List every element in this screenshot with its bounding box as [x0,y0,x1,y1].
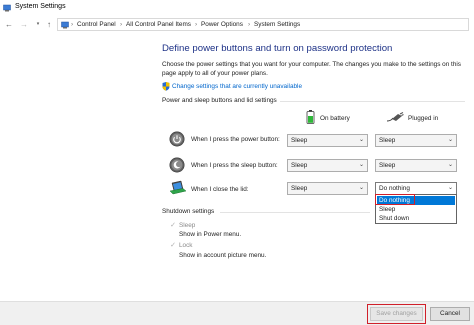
up-arrow-icon[interactable]: ↑ [44,19,54,29]
power-button-plugged-in-dropdown[interactable]: Sleep ⌄ [375,134,457,147]
breadcrumb-separator: › [71,21,74,28]
page-title: Define power buttons and turn on passwor… [162,43,393,54]
change-unavailable-settings-link[interactable]: Change settings that are currently unava… [172,83,302,90]
breadcrumb-separator: › [195,21,198,28]
sleep-button-plugged-in-dropdown[interactable]: Sleep ⌄ [375,159,457,172]
plug-icon [386,112,404,122]
forward-arrow-icon[interactable]: → [19,19,29,29]
window-title: System Settings [15,3,66,10]
shutdown-section-label: Shutdown settings [162,208,215,215]
cancel-button[interactable]: Cancel [430,307,470,321]
column-header-plugged-in: Plugged in [408,115,439,122]
close-lid-plugged-in-options: Do nothing Sleep Shut down [375,194,457,224]
address-bar: ← → ▾ ↑ › Control Panel › All Control Pa… [0,16,474,32]
sleep-checkbox-description: Show in Power menu. [179,231,242,238]
address-box[interactable]: › Control Panel › All Control Panel Item… [57,18,469,31]
sleep-button-icon [169,157,185,173]
recent-locations-chevron-icon[interactable]: ▾ [33,19,43,29]
section-divider [280,101,465,102]
laptop-lid-icon [169,180,187,195]
column-header-battery: On battery [320,115,350,122]
section-divider [220,212,370,213]
sleep-button-label: When I press the sleep button: [191,162,278,169]
power-section-label: Power and sleep buttons and lid settings [162,97,277,104]
title-bar: System Settings [0,0,474,16]
sleep-checkbox-label: Sleep [179,222,196,229]
breadcrumb-power-options[interactable]: Power Options [201,21,243,28]
uac-shield-icon [162,82,170,91]
power-button-icon [169,131,185,147]
back-arrow-icon[interactable]: ← [4,19,14,29]
breadcrumb-all-items[interactable]: All Control Panel Items [126,21,191,28]
option-shut-down[interactable]: Shut down [377,214,455,223]
chevron-down-icon: ⌄ [358,162,364,168]
breadcrumb-control-panel[interactable]: Control Panel [77,21,116,28]
breadcrumb-system-settings[interactable]: System Settings [254,21,300,28]
sleep-button-on-battery-dropdown[interactable]: Sleep ⌄ [287,159,368,172]
power-button-on-battery-dropdown[interactable]: Sleep ⌄ [287,134,368,147]
chevron-down-icon: ⌄ [447,162,453,168]
control-panel-icon [61,21,69,29]
option-do-nothing[interactable]: Do nothing [377,196,455,205]
save-changes-button[interactable]: Save changes [370,307,423,321]
lock-checkbox-description: Show in account picture menu. [179,252,267,259]
lock-checkbox[interactable]: ✓ [169,242,177,250]
chevron-down-icon: ⌄ [358,185,364,191]
breadcrumb-separator: › [248,21,251,28]
sleep-checkbox[interactable]: ✓ [169,222,177,230]
close-lid-on-battery-dropdown[interactable]: Sleep ⌄ [287,182,368,195]
breadcrumb-separator: › [120,21,123,28]
chevron-down-icon: ⌄ [358,137,364,143]
chevron-down-icon: ⌄ [447,185,453,191]
option-sleep[interactable]: Sleep [377,205,455,214]
close-lid-label: When I close the lid: [191,186,249,193]
power-button-label: When I press the power button: [191,136,280,143]
control-panel-icon [3,4,11,12]
page-description: Choose the power settings that you want … [162,61,461,77]
lock-checkbox-label: Lock [179,242,193,249]
battery-icon [306,110,315,124]
chevron-down-icon: ⌄ [447,137,453,143]
